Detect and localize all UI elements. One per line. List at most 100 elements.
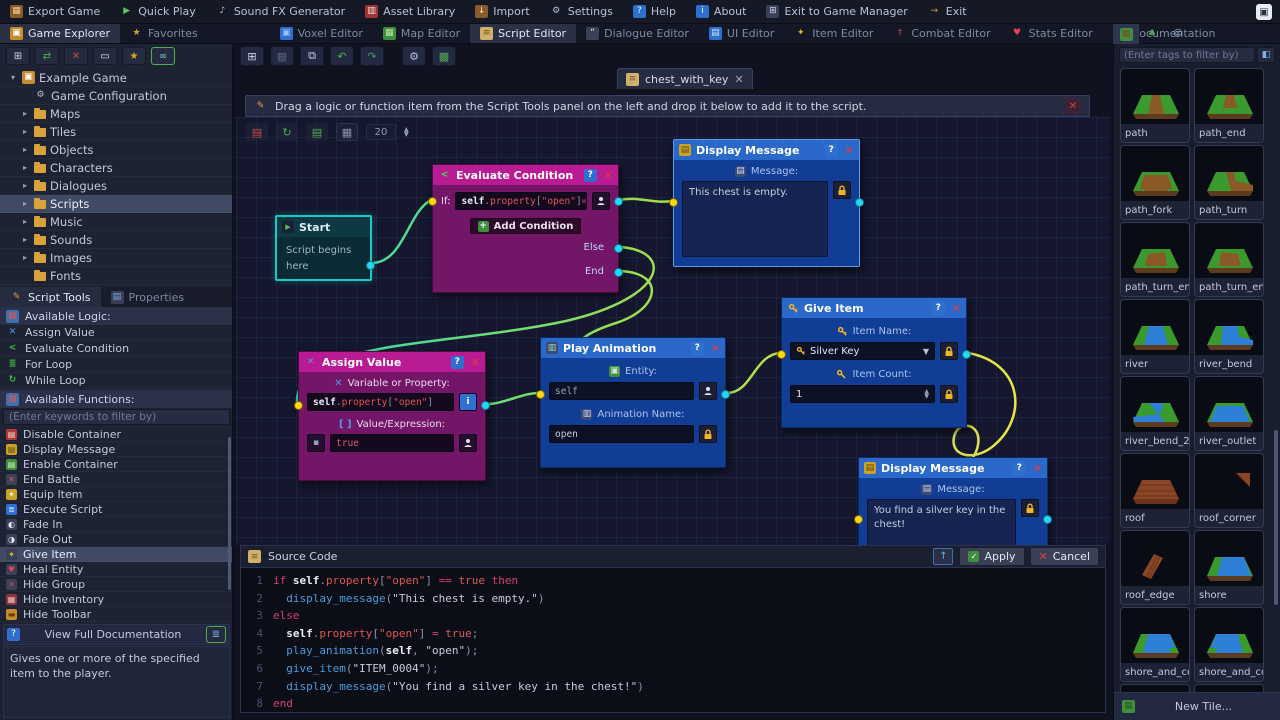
assets-tab-objects-tab-icon[interactable]: ♣ — [1139, 24, 1165, 44]
editor-tab-item-editor[interactable]: ✦ Item Editor — [784, 24, 883, 43]
tile-card-partial[interactable] — [1194, 684, 1264, 692]
hint-close-button[interactable]: ✕ — [1065, 98, 1081, 114]
tile-card-shore_and_co[interactable]: shore_and_co — [1120, 607, 1190, 682]
logic-item-while-loop[interactable]: ↻ While Loop — [0, 373, 232, 389]
input-port[interactable] — [669, 198, 678, 207]
info-button[interactable]: i — [459, 393, 477, 411]
node-close-button[interactable]: ✕ — [604, 169, 613, 182]
function-item-fade-in[interactable]: ◐ Fade In — [0, 517, 232, 532]
tab-properties[interactable]: ▤ Properties — [101, 287, 195, 307]
chevron-icon[interactable]: ▸ — [20, 145, 30, 154]
close-script-tab-icon[interactable]: ✕ — [734, 73, 743, 86]
input-port[interactable] — [428, 197, 437, 206]
tile-card-path[interactable]: path — [1120, 68, 1190, 143]
menu-item-asset-library[interactable]: ▥ Asset Library — [365, 5, 455, 18]
input-port[interactable] — [536, 390, 545, 399]
function-item-give-item[interactable]: ✦ Give Item — [0, 547, 232, 562]
grid-size-field[interactable]: 20 — [366, 124, 396, 140]
tree-item-maps[interactable]: ▸ Maps — [0, 105, 232, 123]
tree-item-images[interactable]: ▸ Images — [0, 249, 232, 267]
node-start[interactable]: ▶ Start Script begins here — [275, 215, 375, 281]
editor-tab-voxel-editor[interactable]: ▣ Voxel Editor — [270, 24, 373, 43]
condition-expression-field[interactable]: self.property["open"] == t — [455, 192, 587, 210]
operator-button[interactable]: ▪ — [307, 434, 325, 452]
tile-card-roof[interactable]: roof — [1120, 453, 1190, 528]
new-script-button[interactable]: ⊞ — [240, 46, 264, 66]
node-help-button[interactable]: ? — [1012, 461, 1026, 475]
tile-card-shore_and_co[interactable]: shore_and_co — [1194, 607, 1264, 682]
explorer-collapse-button[interactable]: ▭ — [93, 47, 117, 65]
editor-tab-dialogue-editor[interactable]: “ Dialogue Editor — [576, 24, 699, 43]
tile-card-partial[interactable] — [1120, 684, 1190, 692]
function-item-display-message[interactable]: ▤ Display Message — [0, 442, 232, 457]
function-filter-input[interactable]: (Enter keywords to filter by) — [3, 409, 230, 425]
menu-item-quick-play[interactable]: ▶ Quick Play — [120, 5, 196, 18]
tile-card-path_turn_en[interactable]: path_turn_en — [1194, 222, 1264, 297]
message-textarea[interactable]: This chest is empty. — [682, 181, 828, 257]
output-port-if[interactable] — [614, 197, 623, 206]
node-play-animation[interactable]: ▥ Play Animation ? ✕ ▣ Entity: self ▥ An… — [536, 337, 730, 468]
chevron-icon[interactable]: ▸ — [20, 235, 30, 244]
new-tile-bar[interactable]: ▦ New Tile... — [1114, 692, 1280, 720]
node-close-button[interactable]: ✕ — [471, 356, 480, 369]
lock-button[interactable] — [940, 385, 958, 403]
save-button[interactable]: ▦ — [270, 46, 294, 66]
function-item-execute-script[interactable]: ≣ Execute Script — [0, 502, 232, 517]
tile-card-path_turn[interactable]: path_turn — [1194, 145, 1264, 220]
reset-view-button[interactable]: ↻ — [276, 123, 298, 141]
node-help-button[interactable]: ? — [824, 143, 838, 157]
explorer-favorite-button[interactable]: ★ — [122, 47, 146, 65]
node-display-message-1[interactable]: ▤ Display Message ? ✕ ▤ Message: This ch… — [669, 139, 864, 267]
assets-tab-characters-tab-icon[interactable]: ☺ — [1165, 24, 1191, 44]
function-item-hide-group[interactable]: ✕ Hide Group — [0, 577, 232, 592]
menu-item-exit-to-game-manager[interactable]: ⊞ Exit to Game Manager — [766, 5, 908, 18]
input-port[interactable] — [777, 350, 786, 359]
output-port[interactable] — [366, 261, 375, 270]
node-close-button[interactable]: ✕ — [845, 144, 854, 157]
output-port[interactable] — [1043, 515, 1052, 524]
chevron-icon[interactable]: ▸ — [20, 109, 30, 118]
lock-button[interactable] — [940, 342, 958, 360]
explorer-sync-button[interactable]: ⇄ — [35, 47, 59, 65]
tile-card-path_end[interactable]: path_end — [1194, 68, 1264, 143]
export-source-button[interactable]: ↑ — [933, 548, 954, 565]
node-display-message-2[interactable]: ▤ Display Message ? ✕ ▤ Message: You fin… — [854, 457, 1052, 545]
node-help-button[interactable]: ? — [931, 301, 945, 315]
node-close-button[interactable]: ✕ — [1033, 462, 1042, 475]
tile-card-roof_edge[interactable]: roof_edge — [1120, 530, 1190, 605]
grid-size-stepper[interactable]: ▲ ▼ — [404, 127, 409, 138]
item-name-dropdown[interactable]: Silver Key ▼ — [790, 342, 935, 360]
code-editor[interactable]: 1 if self.property["open"] == true then 2 … — [241, 568, 1105, 715]
editor-tab-combat-editor[interactable]: † Combat Editor — [883, 24, 1000, 43]
tile-card-river_bend[interactable]: river_bend — [1194, 299, 1264, 374]
explorer-link-button[interactable]: ∞ — [151, 47, 175, 65]
tile-card-roof_corner[interactable]: roof_corner — [1194, 453, 1264, 528]
editor-tab-map-editor[interactable]: ▦ Map Editor — [373, 24, 470, 43]
expression-builder-button[interactable] — [592, 192, 610, 210]
tree-item-characters[interactable]: ▸ Characters — [0, 159, 232, 177]
output-port-end[interactable] — [614, 268, 623, 277]
node-close-button[interactable]: ✕ — [952, 302, 961, 315]
editor-tab-script-editor[interactable]: ≡ Script Editor — [470, 24, 577, 43]
expression-builder-button[interactable] — [699, 382, 717, 400]
chevron-icon[interactable]: ▾ — [8, 73, 18, 82]
apply-button[interactable]: ✓ Apply — [960, 548, 1024, 565]
menu-item-about[interactable]: i About — [695, 5, 746, 18]
lock-button[interactable] — [1021, 499, 1039, 517]
expand-nodes-button[interactable]: ▤ — [306, 123, 328, 141]
menu-item-settings[interactable]: ⚙ Settings — [550, 5, 613, 18]
cancel-button[interactable]: ✕ Cancel — [1030, 548, 1098, 565]
tile-grid-scrollbar[interactable] — [1274, 430, 1278, 605]
tree-item-dialogues[interactable]: ▸ Dialogues — [0, 177, 232, 195]
grid-toggle-button[interactable]: ▦ — [336, 123, 358, 141]
redo-button[interactable]: ↷ — [360, 46, 384, 66]
animation-name-field[interactable]: open — [549, 425, 694, 443]
node-assign-value[interactable]: ✕ Assign Value ? ✕ ✕ Variable or Propert… — [294, 351, 490, 481]
lock-button[interactable] — [699, 425, 717, 443]
tile-card-path_fork[interactable]: path_fork — [1120, 145, 1190, 220]
menu-item-import[interactable]: ↓ Import — [475, 5, 530, 18]
tree-item-sounds[interactable]: ▸ Sounds — [0, 231, 232, 249]
undo-button[interactable]: ↶ — [330, 46, 354, 66]
chevron-icon[interactable]: ▸ — [20, 163, 30, 172]
tree-item-example-game[interactable]: ▾ ▣ Example Game — [0, 69, 232, 87]
